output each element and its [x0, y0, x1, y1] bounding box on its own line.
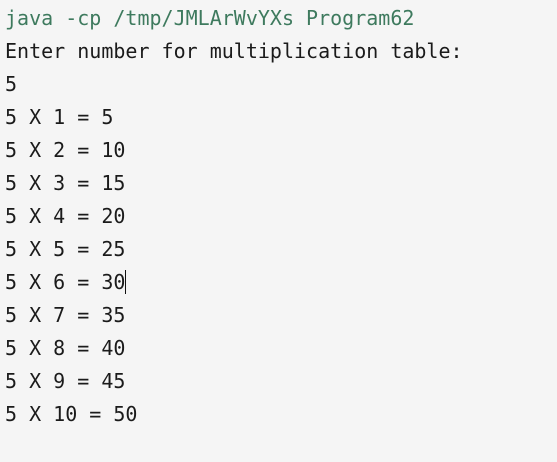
output-line: 5 X 4 = 20 [5, 204, 126, 228]
output-line-text: 5 X 6 = 30 [5, 270, 126, 294]
user-input-line: 5 [5, 72, 18, 96]
output-line-with-caret: 5 X 6 = 30 [5, 266, 557, 299]
output-line: 5 X 10 = 50 [5, 402, 138, 426]
output-line: 5 X 2 = 10 [5, 138, 126, 162]
console-output[interactable]: java -cp /tmp/JMLArWvYXs Program62 Enter… [0, 0, 557, 462]
output-line: 5 X 1 = 5 [5, 105, 114, 129]
output-line: 5 X 3 = 15 [5, 171, 126, 195]
output-line: 5 X 7 = 35 [5, 303, 126, 327]
prompt-line: Enter number for multiplication table: [5, 39, 463, 63]
output-line: 5 X 8 = 40 [5, 336, 126, 360]
output-line: 5 X 5 = 25 [5, 237, 126, 261]
text-caret [125, 270, 127, 294]
output-line: 5 X 9 = 45 [5, 369, 126, 393]
command-line: java -cp /tmp/JMLArWvYXs Program62 [5, 6, 415, 30]
